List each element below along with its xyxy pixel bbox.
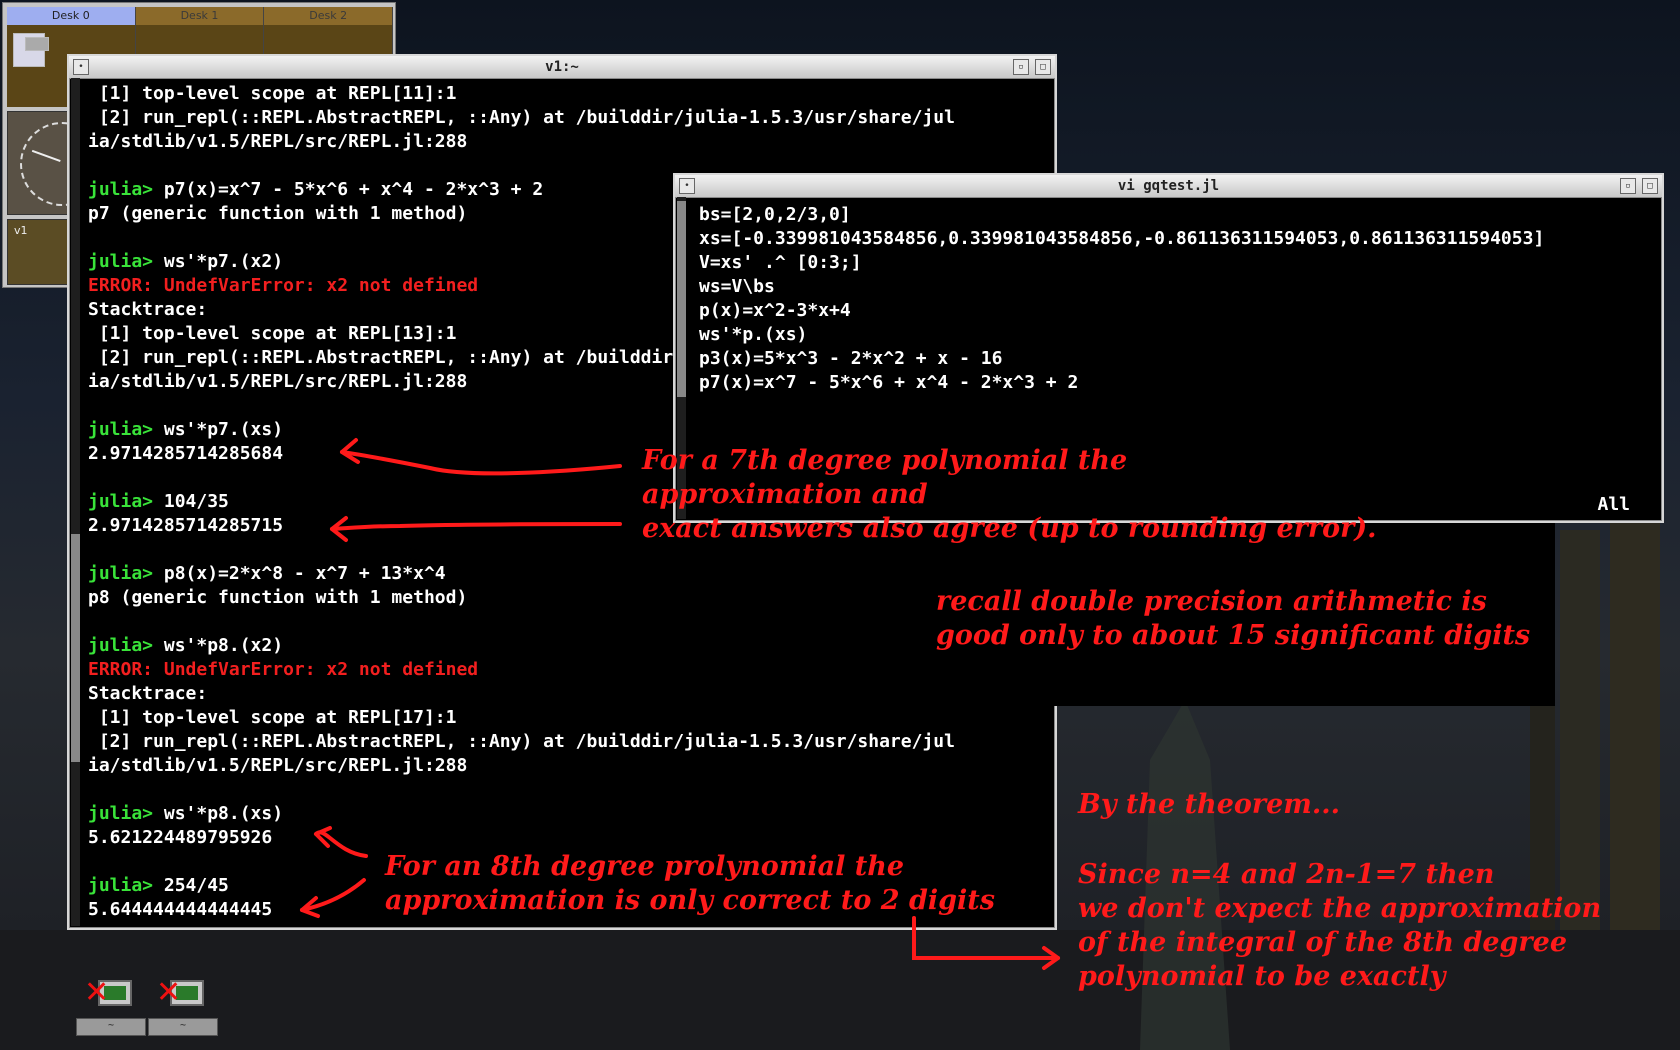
annotation-double-precision: recall double precision arithmetic is go… [936, 586, 1531, 651]
repl-titlebar[interactable]: • v1:~ ▫ □ [69, 56, 1055, 79]
vi-buffer-line: bs=[2,0,2/3,0] [699, 204, 851, 225]
terminal-text: ia/stdlib/v1.5/REPL/src/REPL.jl:288 [88, 371, 468, 392]
julia-prompt: julia> [88, 875, 164, 896]
vi-buffer-line: xs=[-0.339981043584856,0.339981043584856… [699, 228, 1545, 249]
mini-window [25, 37, 49, 51]
terminal-line: [1] top-level scope at REPL[17]:1 [88, 706, 1051, 730]
desktop-icon-label: ~ [148, 1018, 218, 1036]
terminal-text: p7(x)=x^7 - 5*x^6 + x^4 - 2*x^3 + 2 [163, 179, 544, 200]
x-mark-icon: ✕ [156, 975, 182, 1010]
terminal-text: [1] top-level scope at REPL[13]:1 [88, 323, 457, 344]
error-text: ERROR: UndefVarError: x2 not defined [88, 659, 479, 680]
vi-buffer-line: p(x)=x^2-3*x+4 [699, 300, 851, 321]
terminal-text: [1] top-level scope at REPL[17]:1 [88, 707, 457, 728]
terminal-text: [1] top-level scope at REPL[11]:1 [88, 83, 457, 104]
icon-manager-label: v1 [14, 224, 28, 237]
julia-prompt: julia> [88, 251, 164, 272]
terminal-text: Stacktrace: [88, 683, 208, 704]
maximize-button[interactable]: □ [1035, 59, 1051, 75]
desktop-icon-terminal-1[interactable]: ✕ ~ [76, 975, 146, 1036]
terminal-line: [1] top-level scope at REPL[11]:1 [88, 82, 1051, 106]
terminal-text: 2.9714285714285715 [88, 515, 284, 536]
repl-scrollbar-thumb[interactable] [71, 534, 80, 762]
terminal-line: ia/stdlib/v1.5/REPL/src/REPL.jl:288 [88, 754, 1051, 778]
terminal-text: [2] run_repl(::REPL.AbstractREPL, ::Any)… [88, 731, 955, 752]
terminal-text: p8(x)=2*x^8 - x^7 + 13*x^4 [163, 563, 446, 584]
terminal-text: p8 (generic function with 1 method) [88, 587, 468, 608]
terminal-line: ia/stdlib/v1.5/REPL/src/REPL.jl:288 [88, 130, 1051, 154]
julia-prompt: julia> [88, 635, 164, 656]
x-mark-icon: ✕ [84, 975, 110, 1010]
terminal-line: [2] run_repl(::REPL.AbstractREPL, ::Any)… [88, 730, 1051, 754]
annotation-theorem-explanation: Since n=4 and 2n-1=7 then we don't expec… [1078, 859, 1602, 992]
vi-window-title: vi gqtest.jl [1117, 178, 1220, 194]
terminal-text: [2] run_repl(::REPL.AbstractREPL, ::Any)… [88, 107, 955, 128]
desktop-icon-terminal-2[interactable]: ✕ ~ [148, 975, 218, 1036]
annotation-theorem-heading: By the theorem... [1078, 789, 1341, 820]
desk-2-label: Desk 2 [264, 7, 393, 25]
julia-prompt: julia> [88, 563, 164, 584]
vi-status-position: All [1597, 494, 1630, 515]
terminal-line: 5.621224489795926 [88, 826, 1051, 850]
terminal-text: p7 (generic function with 1 method) [88, 203, 468, 224]
desktop-icon-label: ~ [76, 1018, 146, 1036]
terminal-text: 5.644444444444445 [88, 899, 273, 920]
maximize-button[interactable]: □ [1642, 178, 1658, 194]
terminal-text: ia/stdlib/v1.5/REPL/src/REPL.jl:288 [88, 131, 468, 152]
error-text: ERROR: UndefVarError: x2 not defined [88, 275, 479, 296]
julia-prompt: julia> [88, 419, 164, 440]
terminal-text: 5.621224489795926 [88, 827, 273, 848]
annotation-p8-accuracy: For an 8th degree prolynomial the approx… [385, 851, 995, 916]
vi-buffer-line: p7(x)=x^7 - 5*x^6 + x^4 - 2*x^3 + 2 [699, 372, 1079, 393]
terminal-text: ws'*p8.(xs) [163, 803, 284, 824]
terminal-text: ws'*p8.(x2) [163, 635, 284, 656]
terminal-text: 2.9714285714285684 [88, 443, 284, 464]
julia-prompt: julia> [88, 491, 164, 512]
repl-scrollbar[interactable] [71, 78, 80, 926]
vi-buffer-line: p3(x)=5*x^3 - 2*x^2 + x - 16 [699, 348, 1003, 369]
terminal-text: ws'*p7.(x2) [163, 251, 284, 272]
terminal-text: Stacktrace: [88, 299, 208, 320]
desk-1-label: Desk 1 [135, 7, 264, 25]
vi-buffer-line: ws'*p.(xs) [699, 324, 808, 345]
terminal-text: 104/35 [163, 491, 229, 512]
iconify-button[interactable]: ▫ [1620, 178, 1636, 194]
terminal-text: ia/stdlib/v1.5/REPL/src/REPL.jl:288 [88, 755, 468, 776]
vi-scrollbar-thumb[interactable] [677, 201, 686, 397]
julia-prompt: julia> [88, 179, 164, 200]
vi-editor-buffer[interactable]: bs=[2,0,2/3,0] xs=[-0.339981043584856,0.3… [699, 203, 1658, 395]
terminal-text: 254/45 [163, 875, 229, 896]
terminal-line: [2] run_repl(::REPL.AbstractREPL, ::Any)… [88, 106, 1051, 130]
desk-0-label: Desk 0 [7, 7, 135, 25]
annotation-p7-agreement: For a 7th degree polynomial the approxim… [642, 445, 1377, 544]
vi-buffer-line: ws=V\bs [699, 276, 775, 297]
terminal-line: julia> ws'*p8.(xs) [88, 802, 1051, 826]
julia-prompt: julia> [88, 803, 164, 824]
iconify-button[interactable]: ▫ [1013, 59, 1029, 75]
terminal-text: ws'*p7.(xs) [163, 419, 284, 440]
repl-window-title: v1:~ [545, 59, 579, 75]
vi-buffer-line: V=xs' .^ [0:3;] [699, 252, 862, 273]
vi-titlebar[interactable]: • vi gqtest.jl ▫ □ [675, 175, 1662, 198]
